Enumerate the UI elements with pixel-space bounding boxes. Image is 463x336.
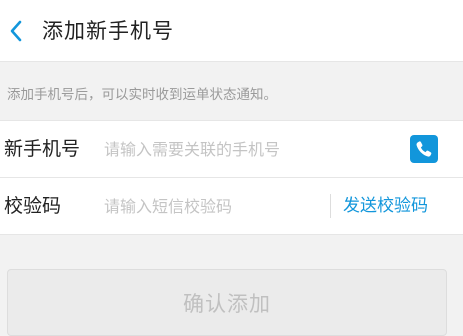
phone-form: 新手机号 校验码 发送校验码 xyxy=(0,120,463,235)
phone-contacts-icon xyxy=(416,141,432,157)
back-button[interactable] xyxy=(3,14,29,48)
code-label: 校验码 xyxy=(4,195,62,217)
send-code-button[interactable]: 发送校验码 xyxy=(343,178,428,235)
page-title: 添加新手机号 xyxy=(42,19,174,43)
confirm-add-button[interactable]: 确认添加 xyxy=(7,269,447,336)
code-row: 校验码 发送校验码 xyxy=(0,178,463,235)
phone-label: 新手机号 xyxy=(4,138,81,160)
vertical-separator xyxy=(330,194,331,218)
header-bar: 添加新手机号 xyxy=(0,0,463,62)
contacts-button[interactable] xyxy=(410,135,438,163)
chevron-left-icon xyxy=(10,20,22,42)
code-input[interactable] xyxy=(104,191,314,221)
phone-input[interactable] xyxy=(104,134,394,164)
notice-text: 添加手机号后，可以实时收到运单状态通知。 xyxy=(7,87,277,103)
phone-row: 新手机号 xyxy=(0,121,463,178)
